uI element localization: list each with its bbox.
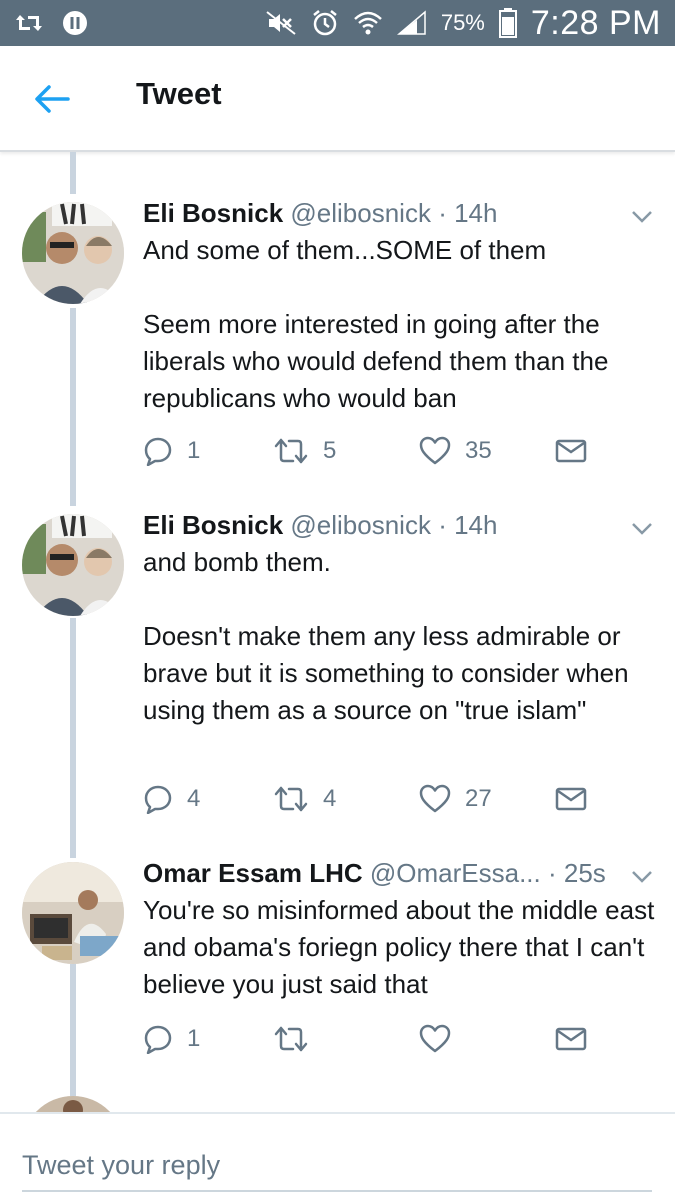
tweet-body: Eli Bosnick @elibosnick · 14h And some o… bbox=[143, 196, 655, 417]
tweet-text: and bomb them. Doesn't make them any les… bbox=[143, 547, 629, 725]
reply-count: 1 bbox=[187, 1025, 201, 1052]
tweet-thread[interactable]: Eli Bosnick @elibosnick · 14h And some o… bbox=[0, 152, 675, 1112]
heart-icon bbox=[419, 1024, 451, 1053]
envelope-icon bbox=[555, 787, 587, 811]
thread-connector-line bbox=[70, 152, 76, 194]
tweet-time: · 14h bbox=[438, 198, 498, 228]
tweet-body: Eli Bosnick @elibosnick · 14h and bomb t… bbox=[143, 508, 655, 729]
retweet-button[interactable]: 5 bbox=[273, 437, 336, 465]
tweet[interactable]: Eli Bosnick @elibosnick · 14h And some o… bbox=[0, 194, 675, 494]
pause-icon bbox=[62, 10, 88, 36]
heart-icon bbox=[419, 784, 451, 813]
tweet-text: And some of them...SOME of them Seem mor… bbox=[143, 235, 609, 413]
envelope-icon bbox=[555, 1027, 587, 1051]
chevron-down-icon[interactable] bbox=[631, 522, 653, 536]
battery-percent: 75% bbox=[440, 10, 485, 35]
retweet-icon bbox=[274, 1026, 308, 1052]
tweet-time: · 14h bbox=[438, 510, 498, 540]
tweet-header: Eli Bosnick @elibosnick · 14h bbox=[143, 196, 655, 230]
mute-icon bbox=[265, 10, 297, 36]
wifi-icon bbox=[353, 10, 383, 36]
tweet-header: Eli Bosnick @elibosnick · 14h bbox=[143, 508, 655, 542]
tweet-body: Omar Essam LHC @OmarEssa... · 25s You're… bbox=[143, 856, 655, 1003]
avatar[interactable] bbox=[22, 514, 124, 616]
envelope-icon bbox=[555, 439, 587, 463]
retweet-icon bbox=[274, 786, 308, 812]
tweet-text: You're so misinformed about the middle e… bbox=[143, 895, 655, 999]
retweet-count: 5 bbox=[323, 437, 337, 464]
reply-icon bbox=[144, 1025, 172, 1054]
reply-count: 1 bbox=[187, 437, 201, 464]
reply-composer bbox=[0, 1112, 675, 1200]
author-handle[interactable]: @OmarEssa... bbox=[370, 858, 541, 888]
author-name[interactable]: Eli Bosnick bbox=[143, 510, 283, 540]
tweet-time: · 25s bbox=[548, 858, 606, 888]
back-button[interactable] bbox=[34, 82, 74, 116]
author-handle[interactable]: @elibosnick bbox=[290, 198, 431, 228]
retweet-count: 4 bbox=[323, 785, 337, 812]
clock: 7:28 PM bbox=[530, 3, 661, 42]
author-name[interactable]: Omar Essam LHC bbox=[143, 858, 363, 888]
reply-count: 4 bbox=[187, 785, 201, 812]
retweet-button[interactable] bbox=[273, 1025, 323, 1053]
retweet-button[interactable]: 4 bbox=[273, 785, 336, 813]
tweet[interactable]: Eli Bosnick @elibosnick · 14h and bomb t… bbox=[0, 506, 675, 856]
like-button[interactable]: 27 bbox=[419, 784, 492, 814]
tweet-header: Omar Essam LHC @OmarEssa... · 25s bbox=[143, 856, 655, 890]
like-count: 35 bbox=[465, 437, 492, 464]
like-button[interactable]: 35 bbox=[419, 436, 492, 466]
status-right-icons: 75% 7:28 PM bbox=[265, 4, 661, 43]
avatar[interactable] bbox=[22, 202, 124, 304]
heart-icon bbox=[419, 436, 451, 465]
retweet-notification-icon bbox=[14, 11, 44, 35]
author-name[interactable]: Eli Bosnick bbox=[143, 198, 283, 228]
arrow-left-icon bbox=[35, 85, 70, 113]
like-count: 27 bbox=[465, 785, 492, 812]
app-bar: Tweet bbox=[0, 46, 675, 152]
direct-message-button[interactable] bbox=[555, 438, 587, 464]
tweet[interactable]: Omar Essam LHC @OmarEssa... · 25s You're… bbox=[0, 854, 675, 1094]
reply-button[interactable]: 4 bbox=[143, 784, 200, 814]
page-title: Tweet bbox=[136, 76, 222, 111]
avatar[interactable] bbox=[22, 1096, 124, 1112]
reply-button[interactable]: 1 bbox=[143, 436, 200, 466]
chevron-down-icon[interactable] bbox=[631, 870, 653, 884]
reply-input[interactable] bbox=[22, 1140, 652, 1192]
chevron-down-icon[interactable] bbox=[631, 210, 653, 224]
author-handle[interactable]: @elibosnick bbox=[290, 510, 431, 540]
alarm-icon bbox=[311, 9, 339, 37]
reply-button[interactable]: 1 bbox=[143, 1024, 200, 1054]
direct-message-button[interactable] bbox=[555, 1026, 587, 1052]
retweet-icon bbox=[274, 438, 308, 464]
signal-icon bbox=[396, 10, 427, 36]
reply-icon bbox=[144, 437, 172, 466]
like-button[interactable] bbox=[419, 1024, 465, 1054]
avatar[interactable] bbox=[22, 862, 124, 964]
status-bar: 75% 7:28 PM bbox=[0, 0, 675, 46]
direct-message-button[interactable] bbox=[555, 786, 587, 812]
status-left-icons bbox=[14, 10, 88, 36]
reply-icon bbox=[144, 785, 172, 814]
battery-icon bbox=[498, 8, 517, 38]
